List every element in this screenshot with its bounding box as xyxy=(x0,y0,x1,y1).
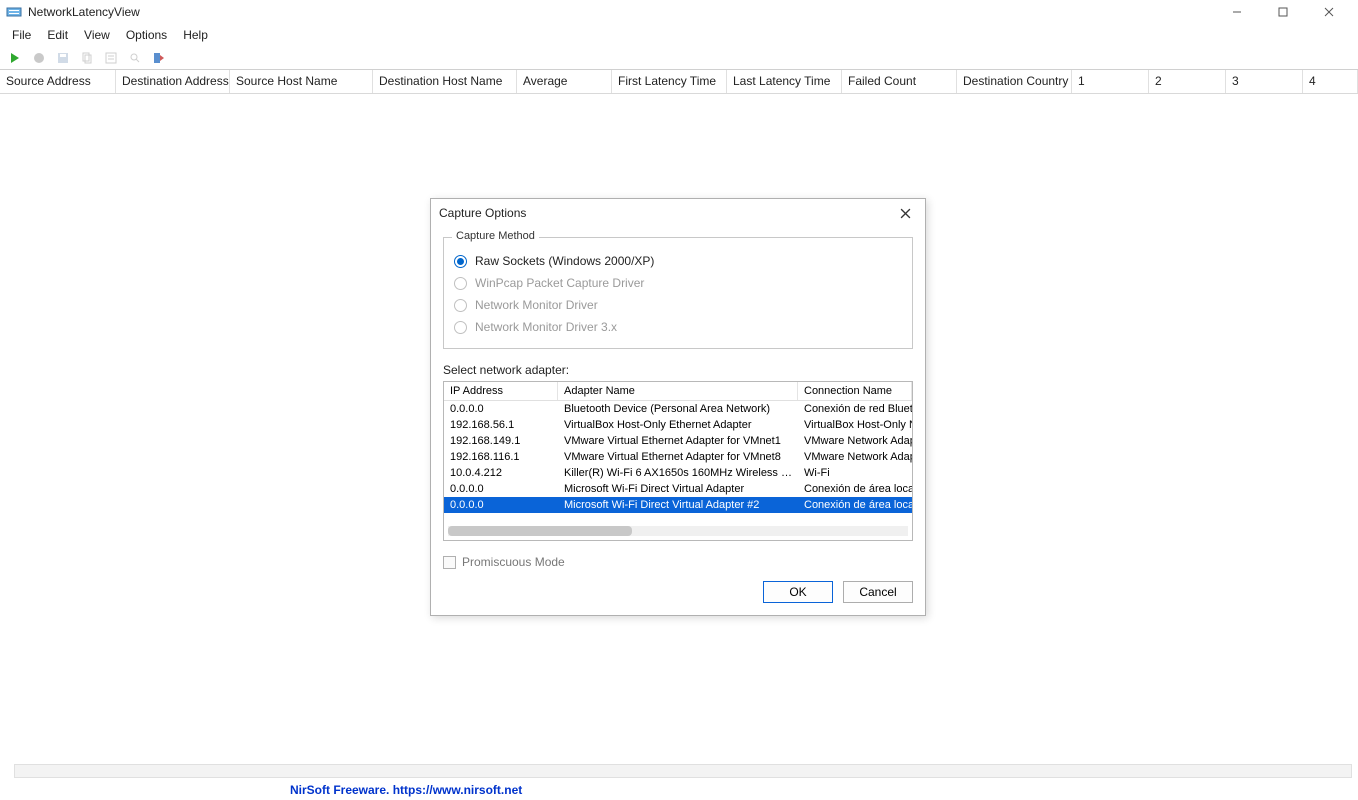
menu-edit[interactable]: Edit xyxy=(39,26,76,44)
cell-adapter-name: VMware Virtual Ethernet Adapter for VMne… xyxy=(558,433,798,449)
radio-option: Network Monitor Driver 3.x xyxy=(454,316,902,338)
save-icon[interactable] xyxy=(52,48,74,68)
radio-option: WinPcap Packet Capture Driver xyxy=(454,272,902,294)
promiscuous-label: Promiscuous Mode xyxy=(462,555,565,569)
column-header[interactable]: Destination Host Name xyxy=(373,70,517,93)
adapter-row[interactable]: 192.168.116.1VMware Virtual Ethernet Ada… xyxy=(444,449,912,465)
cancel-button[interactable]: Cancel xyxy=(843,581,913,603)
app-icon xyxy=(6,4,22,20)
column-header[interactable]: 2 xyxy=(1149,70,1226,93)
radio-icon xyxy=(454,255,467,268)
column-header[interactable]: 4 xyxy=(1303,70,1358,93)
find-icon[interactable] xyxy=(124,48,146,68)
radio-option: Network Monitor Driver xyxy=(454,294,902,316)
radio-icon xyxy=(454,277,467,290)
column-header[interactable]: Failed Count xyxy=(842,70,957,93)
menubar: File Edit View Options Help xyxy=(0,24,1358,46)
group-legend: Capture Method xyxy=(452,230,539,242)
cell-ip: 0.0.0.0 xyxy=(444,497,558,513)
menu-options[interactable]: Options xyxy=(118,26,175,44)
cell-ip: 192.168.56.1 xyxy=(444,417,558,433)
exit-icon[interactable] xyxy=(148,48,170,68)
adapter-row[interactable]: 0.0.0.0Bluetooth Device (Personal Area N… xyxy=(444,401,912,417)
close-button[interactable] xyxy=(1306,0,1352,24)
radio-icon xyxy=(454,299,467,312)
adapter-row[interactable]: 0.0.0.0Microsoft Wi-Fi Direct Virtual Ad… xyxy=(444,481,912,497)
titlebar: NetworkLatencyView xyxy=(0,0,1358,24)
cell-adapter-name: Bluetooth Device (Personal Area Network) xyxy=(558,401,798,417)
checkbox-icon xyxy=(443,556,456,569)
minimize-button[interactable] xyxy=(1214,0,1260,24)
adapter-row[interactable]: 192.168.56.1VirtualBox Host-Only Etherne… xyxy=(444,417,912,433)
column-headers: Source AddressDestination AddressSource … xyxy=(0,70,1358,94)
adapter-row[interactable]: 192.168.149.1VMware Virtual Ethernet Ada… xyxy=(444,433,912,449)
window-controls xyxy=(1214,0,1352,24)
radio-label: Network Monitor Driver 3.x xyxy=(475,320,617,334)
column-header[interactable]: Source Host Name xyxy=(230,70,373,93)
cell-ip: 192.168.116.1 xyxy=(444,449,558,465)
copy-icon[interactable] xyxy=(76,48,98,68)
menu-help[interactable]: Help xyxy=(175,26,216,44)
horizontal-scrollbar[interactable] xyxy=(14,764,1352,778)
column-header[interactable]: 1 xyxy=(1072,70,1149,93)
cell-connection-name: Conexión de red Bluetoo xyxy=(798,401,912,417)
cell-ip: 0.0.0.0 xyxy=(444,481,558,497)
column-header[interactable]: Destination Country xyxy=(957,70,1072,93)
maximize-button[interactable] xyxy=(1260,0,1306,24)
cell-connection-name: VirtualBox Host-Only Net xyxy=(798,417,912,433)
header-connection-name[interactable]: Connection Name xyxy=(798,382,912,400)
dialog-close-button[interactable] xyxy=(893,203,917,223)
cell-adapter-name: Microsoft Wi-Fi Direct Virtual Adapter xyxy=(558,481,798,497)
toolbar xyxy=(0,46,1358,70)
cell-connection-name: Wi-Fi xyxy=(798,465,912,481)
cell-ip: 0.0.0.0 xyxy=(444,401,558,417)
cell-adapter-name: Microsoft Wi-Fi Direct Virtual Adapter #… xyxy=(558,497,798,513)
adapter-label: Select network adapter: xyxy=(443,363,913,377)
menu-file[interactable]: File xyxy=(4,26,39,44)
radio-label: Network Monitor Driver xyxy=(475,298,598,312)
column-header[interactable]: Average xyxy=(517,70,612,93)
capture-method-group: Capture Method Raw Sockets (Windows 2000… xyxy=(443,237,913,349)
radio-option[interactable]: Raw Sockets (Windows 2000/XP) xyxy=(454,250,902,272)
cell-connection-name: VMware Network Adapte xyxy=(798,449,912,465)
ok-button[interactable]: OK xyxy=(763,581,833,603)
menu-view[interactable]: View xyxy=(76,26,118,44)
window-title: NetworkLatencyView xyxy=(28,5,140,19)
radio-label: WinPcap Packet Capture Driver xyxy=(475,276,644,290)
dialog-titlebar: Capture Options xyxy=(431,199,925,227)
radio-label: Raw Sockets (Windows 2000/XP) xyxy=(475,254,654,268)
cell-connection-name: Conexión de área local* xyxy=(798,481,912,497)
cell-ip: 10.0.4.212 xyxy=(444,465,558,481)
column-header[interactable]: 3 xyxy=(1226,70,1303,93)
column-header[interactable]: Last Latency Time xyxy=(727,70,842,93)
promiscuous-checkbox[interactable]: Promiscuous Mode xyxy=(443,555,913,569)
header-ip[interactable]: IP Address xyxy=(444,382,558,400)
play-icon[interactable] xyxy=(4,48,26,68)
adapter-listbox[interactable]: IP Address Adapter Name Connection Name … xyxy=(443,381,913,541)
capture-options-dialog: Capture Options Capture Method Raw Socke… xyxy=(430,198,926,616)
adapter-row[interactable]: 10.0.4.212Killer(R) Wi-Fi 6 AX1650s 160M… xyxy=(444,465,912,481)
status-text: NirSoft Freeware. https://www.nirsoft.ne… xyxy=(290,783,522,797)
cell-ip: 192.168.149.1 xyxy=(444,433,558,449)
cell-adapter-name: Killer(R) Wi-Fi 6 AX1650s 160MHz Wireles… xyxy=(558,465,798,481)
column-header[interactable]: Destination Address xyxy=(116,70,230,93)
properties-icon[interactable] xyxy=(100,48,122,68)
column-header[interactable]: Source Address xyxy=(0,70,116,93)
column-header[interactable]: First Latency Time xyxy=(612,70,727,93)
adapter-row[interactable]: 0.0.0.0Microsoft Wi-Fi Direct Virtual Ad… xyxy=(444,497,912,513)
cell-adapter-name: VMware Virtual Ethernet Adapter for VMne… xyxy=(558,449,798,465)
adapter-headers: IP Address Adapter Name Connection Name xyxy=(444,382,912,401)
cell-adapter-name: VirtualBox Host-Only Ethernet Adapter xyxy=(558,417,798,433)
adapter-scrollbar[interactable] xyxy=(448,526,908,536)
cell-connection-name: VMware Network Adapte xyxy=(798,433,912,449)
header-adapter-name[interactable]: Adapter Name xyxy=(558,382,798,400)
cell-connection-name: Conexión de área local* xyxy=(798,497,912,513)
radio-icon xyxy=(454,321,467,334)
stop-icon[interactable] xyxy=(28,48,50,68)
statusbar: NirSoft Freeware. https://www.nirsoft.ne… xyxy=(0,780,1358,800)
dialog-title: Capture Options xyxy=(439,206,526,220)
